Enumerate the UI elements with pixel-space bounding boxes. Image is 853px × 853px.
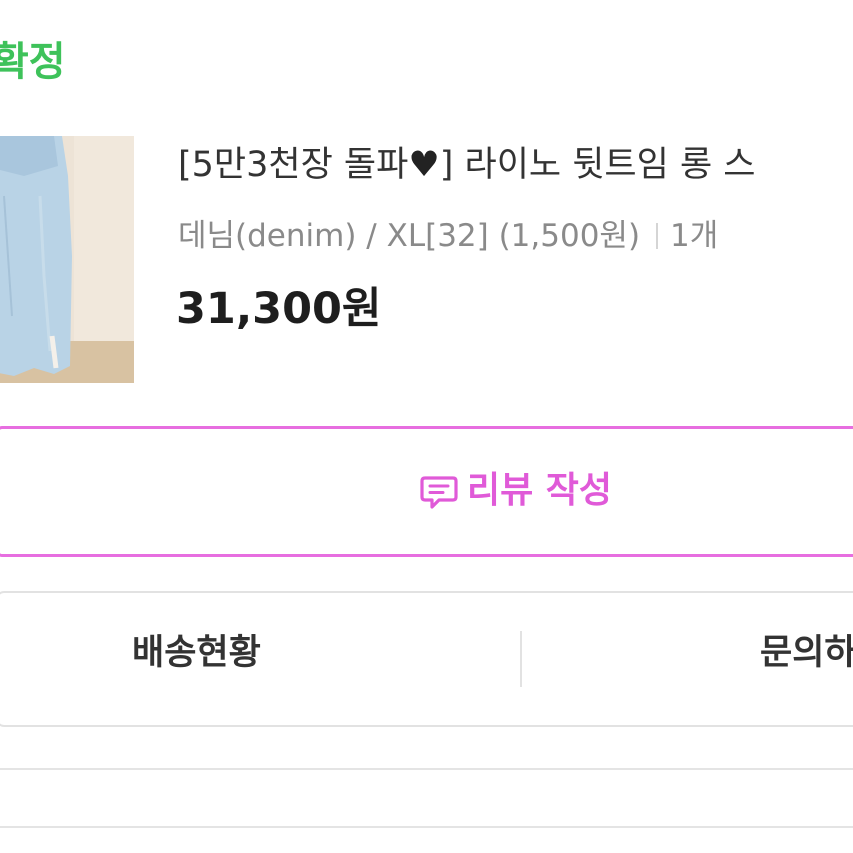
tab-divider — [520, 631, 522, 687]
order-actions-bar: 배송현황 문의하 — [0, 591, 853, 727]
heart-icon: ♥ — [408, 145, 440, 185]
option-separator — [656, 223, 659, 249]
review-speech-bubble-icon — [420, 476, 458, 509]
shipping-status-button[interactable]: 배송현황 — [132, 631, 261, 675]
product-quantity: 1개 — [670, 218, 719, 254]
order-status-label: 확정 — [0, 39, 66, 85]
product-title-suffix: ] 라이노 뒷트임 롱 스 — [439, 145, 756, 185]
inquiry-button[interactable]: 문의하 — [760, 631, 853, 675]
product-title-prefix: [5만3천장 돌파 — [178, 145, 409, 185]
product-title[interactable]: [5만3천장 돌파♥] 라이노 뒷트임 롱 스 — [178, 143, 755, 187]
write-review-content: 리뷰 작성 — [419, 469, 612, 513]
divider-line — [0, 768, 853, 770]
product-thumbnail[interactable] — [0, 136, 134, 383]
write-review-button[interactable]: 리뷰 작성 — [0, 426, 853, 557]
product-option-text: 데님(denim) / XL[32] (1,500원) — [178, 218, 641, 254]
product-thumbnail-image — [0, 136, 134, 383]
product-option: 데님(denim) / XL[32] (1,500원) 1개 — [178, 216, 718, 256]
write-review-label: 리뷰 작성 — [467, 470, 613, 511]
divider-line — [0, 826, 853, 828]
product-price: 31,300원 — [176, 284, 382, 334]
